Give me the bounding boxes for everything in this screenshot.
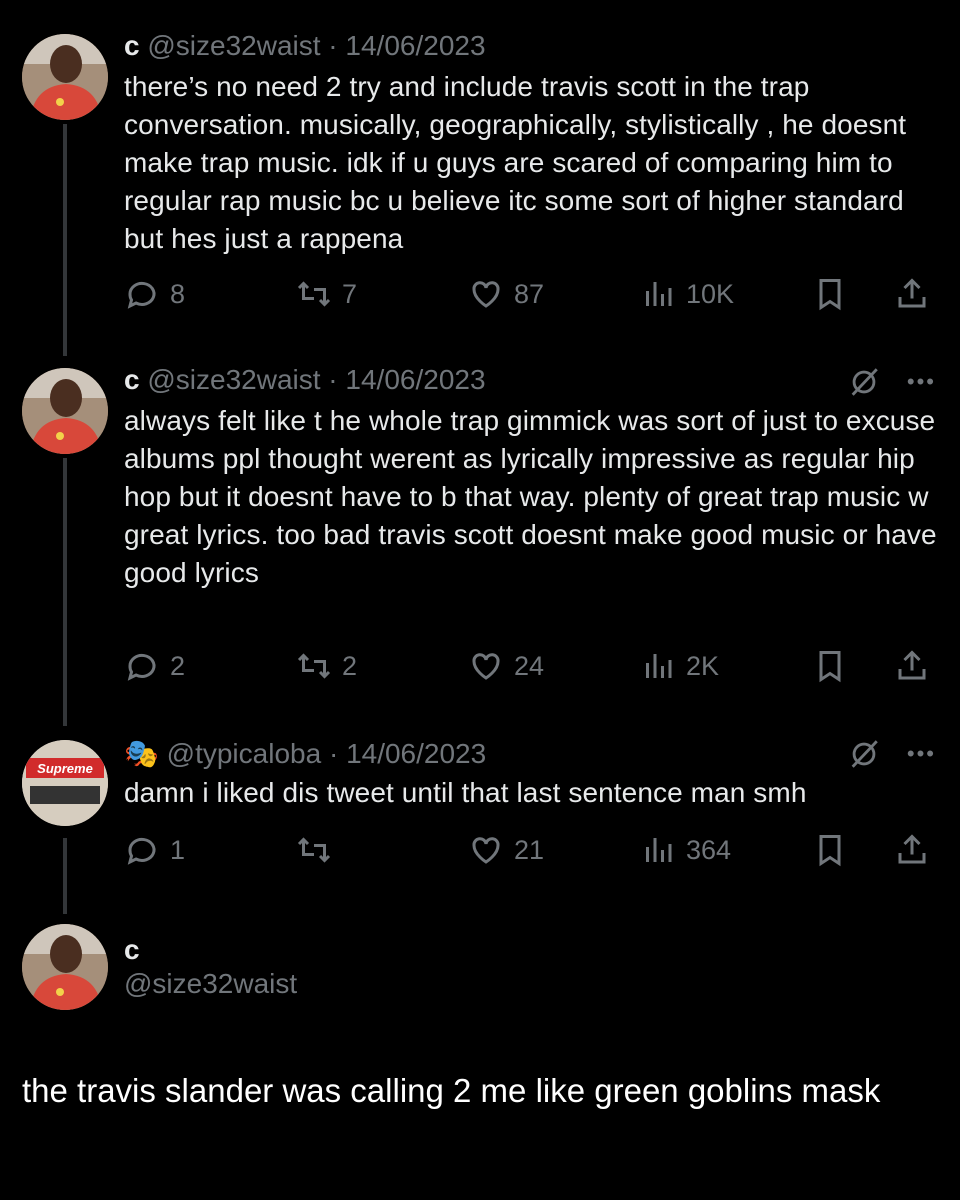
more-icon[interactable]: ••• bbox=[907, 741, 936, 767]
retweet-count: 2 bbox=[342, 650, 358, 681]
reply-button[interactable]: 1 bbox=[124, 830, 185, 870]
handle[interactable]: @size32waist bbox=[124, 968, 297, 1000]
views-button[interactable]: 2K bbox=[640, 646, 719, 686]
like-count: 87 bbox=[514, 278, 545, 309]
retweet-button[interactable] bbox=[296, 830, 342, 870]
views-icon bbox=[646, 282, 672, 306]
tweet-3[interactable]: Supreme 🎭 @typicaloba · 14/06/2023 ••• d… bbox=[0, 738, 960, 914]
retweet-count: 7 bbox=[342, 278, 358, 309]
like-count: 21 bbox=[514, 834, 545, 865]
retweet-icon bbox=[297, 281, 331, 307]
separator: · bbox=[328, 30, 338, 61]
retweet-button[interactable]: 7 bbox=[296, 274, 357, 314]
bookmark-icon bbox=[819, 835, 841, 867]
tweet-2[interactable]: c @size32waist · 14/06/2023 ••• always f… bbox=[0, 364, 960, 726]
views-icon bbox=[646, 654, 672, 678]
tweet-text: damn i liked dis tweet until that last s… bbox=[124, 777, 807, 808]
tweet-header: 🎭 @typicaloba · 14/06/2023 bbox=[124, 734, 940, 774]
like-icon bbox=[472, 281, 500, 308]
avatar[interactable] bbox=[22, 34, 108, 120]
grok-icon[interactable] bbox=[847, 737, 881, 771]
separator: · bbox=[328, 364, 338, 395]
caption-text: the travis slander was calling 2 me like… bbox=[22, 1072, 881, 1109]
bookmark-button[interactable] bbox=[812, 646, 848, 686]
tweet-header: c @size32waist · 14/06/2023 bbox=[124, 360, 940, 400]
grok-icon[interactable] bbox=[847, 365, 881, 399]
display-name[interactable]: c bbox=[124, 364, 140, 395]
views-count: 364 bbox=[686, 834, 732, 865]
bookmark-icon bbox=[819, 651, 841, 683]
like-button[interactable]: 21 bbox=[468, 830, 544, 870]
tweet-date[interactable]: 14/06/2023 bbox=[346, 738, 486, 769]
like-icon bbox=[472, 653, 500, 680]
share-button[interactable] bbox=[894, 646, 930, 686]
reply-button[interactable]: 8 bbox=[124, 274, 185, 314]
reply-button[interactable]: 2 bbox=[124, 646, 185, 686]
reply-icon bbox=[127, 653, 156, 681]
thread-line bbox=[63, 838, 67, 914]
reply-icon bbox=[127, 281, 156, 309]
views-count: 2K bbox=[686, 650, 720, 681]
retweet-icon bbox=[297, 653, 331, 679]
tweet-date[interactable]: 14/06/2023 bbox=[345, 364, 485, 395]
bookmark-button[interactable] bbox=[812, 830, 848, 870]
display-name[interactable]: c bbox=[124, 934, 140, 966]
tweet-date[interactable]: 14/06/2023 bbox=[345, 30, 485, 61]
share-icon bbox=[898, 834, 926, 864]
bookmark-icon bbox=[819, 279, 841, 311]
more-icon[interactable]: ••• bbox=[907, 369, 936, 395]
reply-icon bbox=[127, 837, 156, 865]
tweet-text: there’s no need 2 try and include travis… bbox=[124, 71, 907, 254]
tweet-top-actions: ••• bbox=[847, 734, 936, 774]
display-name[interactable]: c bbox=[124, 30, 140, 61]
retweet-icon bbox=[297, 837, 331, 863]
share-icon bbox=[898, 278, 926, 308]
avatar[interactable]: Supreme bbox=[22, 740, 108, 826]
like-button[interactable]: 24 bbox=[468, 646, 544, 686]
tweet-1[interactable]: c @size32waist · 14/06/2023 there’s no n… bbox=[0, 30, 960, 356]
share-icon bbox=[898, 650, 926, 680]
views-button[interactable]: 10K bbox=[640, 274, 734, 314]
views-icon bbox=[646, 838, 672, 862]
retweet-button[interactable]: 2 bbox=[296, 646, 357, 686]
avatar[interactable] bbox=[22, 368, 108, 454]
handle[interactable]: @size32waist bbox=[147, 30, 320, 61]
views-count: 10K bbox=[686, 278, 735, 309]
avatar[interactable] bbox=[22, 924, 108, 1010]
like-count: 24 bbox=[514, 650, 545, 681]
handle[interactable]: @size32waist bbox=[147, 364, 320, 395]
tweet-text: always felt like t he whole trap gimmick… bbox=[124, 405, 937, 588]
profile-card[interactable]: c @size32waist bbox=[0, 924, 960, 1014]
handle[interactable]: @typicaloba bbox=[167, 738, 322, 769]
like-button[interactable]: 87 bbox=[468, 274, 544, 314]
thread-line bbox=[63, 124, 67, 356]
display-name-emoji[interactable]: 🎭 bbox=[124, 738, 159, 769]
reply-count: 8 bbox=[170, 278, 186, 309]
reply-count: 2 bbox=[170, 650, 186, 681]
share-button[interactable] bbox=[894, 830, 930, 870]
avatar-logo-text: Supreme bbox=[37, 761, 93, 776]
tweet-header: c @size32waist · 14/06/2023 bbox=[124, 26, 940, 66]
tweet-top-actions: ••• bbox=[847, 362, 936, 402]
separator: · bbox=[328, 738, 339, 769]
bookmark-button[interactable] bbox=[812, 274, 848, 314]
share-button[interactable] bbox=[894, 274, 930, 314]
reply-count: 1 bbox=[170, 834, 186, 865]
thread-line bbox=[63, 458, 67, 726]
views-button[interactable]: 364 bbox=[640, 830, 731, 870]
like-icon bbox=[472, 837, 500, 864]
